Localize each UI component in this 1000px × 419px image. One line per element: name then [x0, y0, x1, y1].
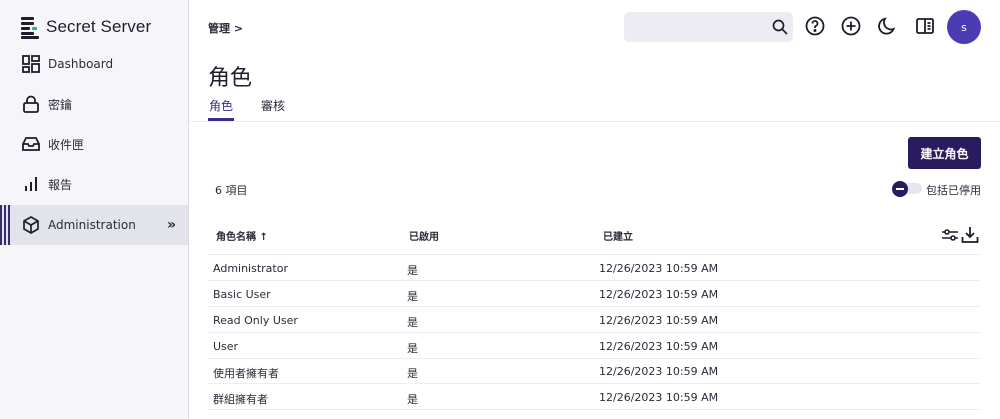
table-row[interactable]: 群組擁有者 是 12/26/2023 10:59 AM [208, 384, 981, 410]
created-value: 12/26/2023 10:59 AM [599, 391, 719, 404]
enabled-value: 是 [407, 342, 418, 355]
column-header-enabled[interactable]: 已啟用 [409, 228, 439, 243]
sidebar-item-label: Dashboard [48, 57, 114, 71]
lock-icon [21, 94, 41, 114]
table-row[interactable]: 使用者擁有者 是 12/26/2023 10:59 AM [208, 358, 981, 384]
tab-divider [189, 121, 1000, 122]
sidebar-item-administration[interactable]: Administration » [0, 205, 188, 245]
table-row[interactable]: User 是 12/26/2023 10:59 AM [208, 333, 981, 359]
sidebar-item-secrets[interactable]: 密鑰 [0, 84, 188, 124]
add-icon[interactable] [839, 14, 863, 38]
enabled-value: 是 [407, 290, 418, 303]
column-settings-icon[interactable] [941, 226, 959, 244]
role-name[interactable]: Read Only User [213, 314, 298, 327]
created-value: 12/26/2023 10:59 AM [599, 262, 719, 275]
column-header-created[interactable]: 已建立 [603, 228, 633, 243]
table-row[interactable]: Administrator 是 12/26/2023 10:59 AM [208, 255, 981, 281]
role-name[interactable]: 群組擁有者 [213, 391, 268, 407]
include-disabled-label: 包括已停用 [926, 184, 981, 197]
created-value: 12/26/2023 10:59 AM [599, 314, 719, 327]
download-icon[interactable] [961, 226, 979, 244]
bar-chart-icon [21, 174, 41, 194]
app-name: Secret Server [46, 17, 152, 36]
table-row[interactable]: Read Only User 是 12/26/2023 10:59 AM [208, 307, 981, 333]
sidebar: Secret Server Dashboard 密鑰 收件匣 報告 Admini… [0, 0, 189, 419]
role-name[interactable]: User [213, 340, 238, 353]
page-title: 角色 [208, 66, 253, 91]
table-row[interactable]: Basic User 是 12/26/2023 10:59 AM [208, 281, 981, 307]
column-header-role-name[interactable]: 角色名稱 ↑ [216, 228, 268, 243]
tab-audit[interactable]: 審核 [261, 97, 285, 114]
expand-sidebar-icon[interactable]: » [167, 217, 176, 233]
role-name[interactable]: Basic User [213, 288, 271, 301]
search-icon[interactable] [771, 18, 789, 36]
enabled-value: 是 [407, 316, 418, 329]
secret-server-logo-icon [21, 16, 39, 39]
help-icon[interactable] [803, 14, 827, 38]
role-name[interactable]: 使用者擁有者 [213, 365, 279, 381]
sidebar-item-label: 報告 [48, 177, 73, 192]
sidebar-item-label: Administration [48, 218, 136, 232]
breadcrumb[interactable]: 管理 > [208, 20, 243, 36]
dashboard-icon [21, 54, 41, 74]
create-role-button[interactable]: 建立角色 [908, 137, 981, 169]
enabled-value: 是 [407, 264, 418, 277]
role-name[interactable]: Administrator [213, 262, 288, 275]
inbox-icon [21, 134, 41, 154]
tab-roles[interactable]: 角色 [209, 97, 233, 114]
enabled-value: 是 [407, 367, 418, 380]
created-value: 12/26/2023 10:59 AM [599, 365, 719, 378]
dark-mode-icon[interactable] [876, 14, 900, 38]
cube-icon [21, 215, 41, 235]
sidebar-item-dashboard[interactable]: Dashboard [0, 44, 188, 84]
enabled-value: 是 [407, 393, 418, 406]
created-value: 12/26/2023 10:59 AM [599, 288, 719, 301]
sidebar-item-label: 密鑰 [48, 97, 73, 112]
avatar[interactable]: s [947, 10, 981, 44]
created-value: 12/26/2023 10:59 AM [599, 340, 719, 353]
sidebar-item-reports[interactable]: 報告 [0, 164, 188, 204]
search-input[interactable] [624, 12, 793, 42]
toggle-knob [892, 181, 908, 197]
item-count: 6 項目 [215, 184, 248, 197]
include-disabled-toggle[interactable] [892, 181, 922, 197]
sidebar-item-inbox[interactable]: 收件匣 [0, 124, 188, 164]
panel-toggle-icon[interactable] [913, 14, 937, 38]
sidebar-item-label: 收件匣 [48, 137, 85, 152]
app-logo[interactable]: Secret Server [21, 15, 151, 39]
